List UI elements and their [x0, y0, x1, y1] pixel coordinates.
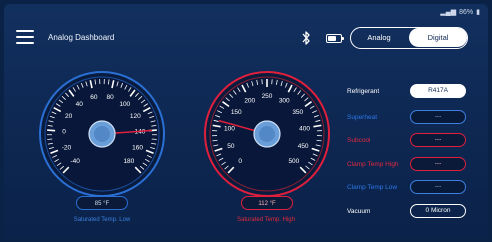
refrigerant-select[interactable]: R417A: [410, 84, 466, 98]
subcool-label: Subcool: [347, 137, 371, 144]
high-gauge-caption: Saturated Temp. High: [237, 217, 295, 223]
major-tick: [47, 129, 56, 132]
clamp-low-label: Clamp Temp Low: [347, 184, 398, 191]
gauge-tick-label: 40: [76, 101, 84, 108]
menu-icon[interactable]: [16, 30, 34, 44]
gauge-tick-label: 80: [106, 94, 114, 101]
status-bar: ▂▄▆ 86% ▮: [440, 7, 480, 17]
refrigerant-label: Refrigerant: [347, 88, 380, 95]
low-temp-readout: 85 °F: [76, 196, 128, 210]
device-battery-icon: [326, 34, 344, 43]
gauge-tick-label: 300: [279, 97, 290, 104]
bluetooth-icon[interactable]: [301, 30, 311, 46]
gauge-tick-label: 500: [288, 158, 299, 165]
gauge-tick-label: 150: [231, 109, 242, 116]
vacuum-label: Vacuum: [347, 208, 371, 215]
gauge-tick-label: 250: [262, 93, 273, 100]
gauge-tick-label: 0: [238, 158, 242, 165]
gauge-tick-label: 100: [224, 125, 235, 132]
app-screen: ▂▄▆ 86% ▮ Analog Dashboard Analog Digita…: [4, 4, 488, 240]
top-bar: Analog Dashboard Analog Digital: [4, 20, 488, 60]
gauge-tick-label: 100: [119, 101, 130, 108]
status-battery-icon: ▮: [476, 9, 480, 16]
gauge-low: -40-20020406080100120140160180: [39, 71, 165, 197]
gauge-tick-label: 200: [244, 97, 255, 104]
low-gauge-caption: Saturated Temp. Low: [73, 217, 131, 223]
clamp-high-label: Clamp Temp High: [347, 161, 399, 168]
gauge-tick-label: 180: [123, 158, 134, 165]
gauge-tick-label: -20: [62, 144, 72, 151]
signal-icon: ▂▄▆: [440, 9, 457, 16]
high-temp-readout: 112 °F: [241, 196, 293, 210]
superheat-field[interactable]: ---: [410, 110, 466, 124]
gauge-tick-label: 0: [62, 128, 66, 135]
gauge-tick-label: -40: [70, 158, 80, 165]
analog-toggle-option[interactable]: Analog: [351, 28, 407, 47]
battery-percent: 86%: [459, 8, 474, 16]
gauge-tick-label: 50: [227, 143, 235, 150]
gauge-tick-label: 60: [90, 94, 98, 101]
clamp-low-field[interactable]: ---: [410, 180, 466, 194]
clamp-high-field[interactable]: ---: [410, 157, 466, 171]
digital-toggle-option[interactable]: Digital: [409, 28, 467, 47]
gauge-tick-label: 350: [292, 109, 303, 116]
page-title: Analog Dashboard: [48, 33, 115, 42]
gauge-tick-label: 160: [132, 144, 143, 151]
superheat-label: Superheat: [347, 114, 377, 121]
gauge-tick-label: 20: [65, 113, 73, 120]
gauge-tick-label: 450: [298, 143, 309, 150]
vacuum-field[interactable]: 0 Micron: [410, 204, 466, 218]
subcool-field[interactable]: ---: [410, 133, 466, 147]
gauge-tick-label: 120: [130, 113, 141, 120]
gauge-tick-label: 400: [299, 125, 310, 132]
mode-toggle[interactable]: Analog Digital: [350, 27, 468, 49]
gauge-high: 0 50 100 150200 250 300350 400 450 500: [204, 71, 330, 197]
